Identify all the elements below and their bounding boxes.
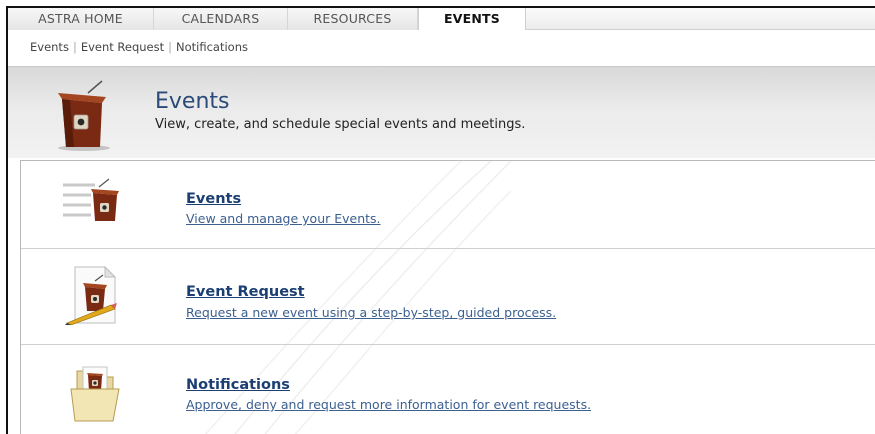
tab-events[interactable]: EVENTS	[418, 8, 526, 31]
podium-list-icon	[63, 178, 119, 221]
menu-item-label[interactable]: Notifications	[186, 377, 290, 393]
menu-item-event-request[interactable]: Event Request Request a new event using …	[21, 249, 875, 345]
tab-resources[interactable]: RESOURCES	[288, 8, 418, 30]
subnav-events-link[interactable]: Events	[30, 40, 69, 54]
page-description: View, create, and schedule special event…	[155, 117, 526, 132]
app-frame: ASTRA HOME CALENDARS RESOURCES EVENTS Ev…	[6, 6, 875, 434]
page-title: Events	[155, 89, 230, 114]
subnav-event-request-link[interactable]: Event Request	[81, 40, 164, 54]
menu-item-label[interactable]: Events	[186, 191, 241, 207]
podium-document-icon	[65, 265, 117, 325]
page-header: Events View, create, and schedule specia…	[8, 66, 875, 158]
subnav-separator: |	[168, 40, 173, 54]
menu-item-description[interactable]: Approve, deny and request more informati…	[186, 397, 591, 412]
podium-icon	[58, 80, 110, 151]
subnav-notifications-link[interactable]: Notifications	[176, 40, 248, 54]
menu-item-description[interactable]: View and manage your Events.	[186, 211, 381, 226]
menu-item-notifications[interactable]: Notifications Approve, deny and request …	[21, 345, 875, 434]
menu-item-events[interactable]: Events View and manage your Events.	[21, 161, 875, 249]
menu-item-description[interactable]: Request a new event using a step-by-step…	[186, 305, 556, 320]
menu-item-label[interactable]: Event Request	[186, 284, 305, 300]
subnav-separator: |	[72, 40, 77, 54]
sub-navigation: Events | Event Request | Notifications	[8, 30, 875, 66]
tab-astra-home[interactable]: ASTRA HOME	[8, 8, 154, 30]
podium-folder-icon	[70, 366, 120, 422]
top-tab-bar: ASTRA HOME CALENDARS RESOURCES EVENTS	[8, 8, 875, 31]
tab-calendars[interactable]: CALENDARS	[154, 8, 288, 30]
menu-panel: Events View and manage your Events. Even…	[20, 160, 875, 434]
